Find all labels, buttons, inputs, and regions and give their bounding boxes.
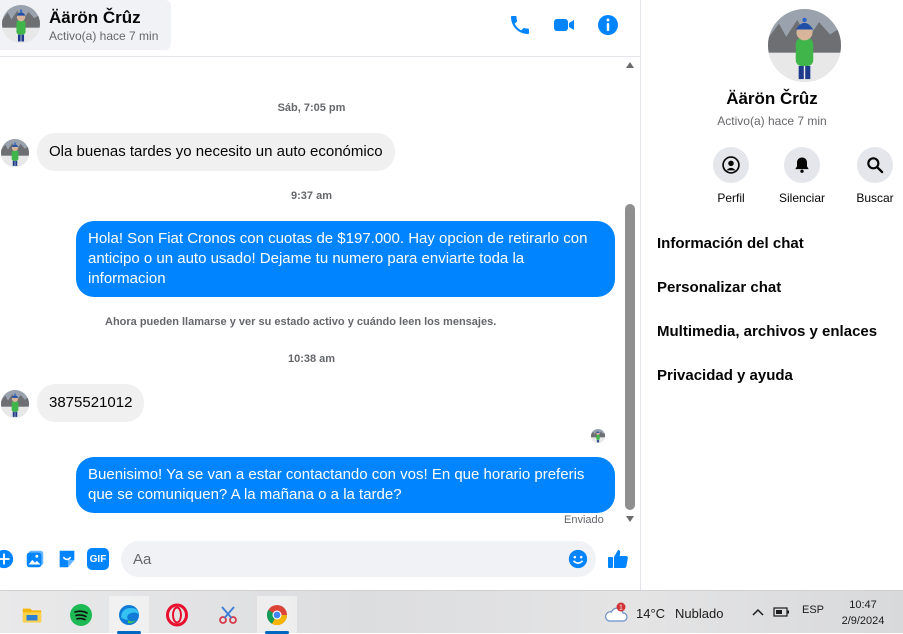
weather-badge: 1 (619, 605, 623, 612)
chevron-up-icon[interactable] (752, 607, 764, 617)
composer-bar: GIF (0, 533, 640, 590)
outgoing-message[interactable]: Buenisimo! Ya se van a estar contactando… (76, 457, 615, 513)
menu-chat-info[interactable]: Información del chat (657, 235, 804, 252)
gif-icon[interactable]: GIF (87, 548, 109, 570)
incoming-message[interactable]: Ola buenas tardes yo necesito un auto ec… (37, 133, 395, 171)
taskbar-opera[interactable] (157, 596, 197, 634)
sender-avatar[interactable] (1, 390, 29, 418)
sender-avatar[interactable] (1, 139, 29, 167)
bell-icon (795, 157, 809, 173)
search-action-button[interactable]: Buscar (845, 147, 903, 205)
profile-action-label: Perfil (717, 191, 745, 205)
cloud-icon: 1 (605, 602, 628, 622)
clock-time: 10:47 (849, 599, 877, 611)
scissors-icon (219, 606, 237, 624)
phone-icon[interactable] (508, 13, 532, 37)
windows-taskbar: 1 14°C Nublado ESP 10:47 2/9/2024 (0, 590, 903, 634)
menu-privacy-support[interactable]: Privacidad y ayuda (657, 367, 793, 384)
profile-action-button[interactable]: Perfil (701, 147, 761, 205)
chat-header: Äärön Črûz Activo(a) hace 7 min (0, 0, 640, 57)
contact-name: Äärön Črûz (49, 8, 141, 27)
weather-temperature: 14°C (636, 605, 666, 621)
opera-icon (166, 603, 188, 627)
message-input[interactable] (121, 541, 596, 577)
thumbs-up-icon[interactable] (606, 547, 630, 571)
taskbar-edge[interactable] (109, 596, 149, 634)
weather-widget[interactable]: 1 14°C Nublado (604, 602, 723, 624)
emoji-icon[interactable] (567, 548, 589, 570)
search-icon (867, 157, 884, 174)
search-action-label: Buscar (856, 191, 894, 205)
menu-media-files-links[interactable]: Multimedia, archivos y enlaces (657, 323, 877, 340)
scroll-down-arrow-icon[interactable] (626, 516, 634, 522)
mute-action-label: Silenciar (778, 191, 826, 205)
plus-icon[interactable] (0, 548, 15, 570)
weather-condition: Nublado (675, 605, 724, 621)
message-scrollbar[interactable] (623, 57, 638, 533)
folder-icon (22, 608, 42, 623)
system-clock[interactable]: 10:47 2/9/2024 (833, 597, 893, 629)
chrome-icon (266, 605, 288, 626)
info-icon[interactable] (596, 13, 620, 37)
language-indicator[interactable]: ESP (802, 604, 824, 616)
read-receipt-avatar (591, 429, 605, 443)
outgoing-message[interactable]: Hola! Son Fiat Cronos con cuotas de $197… (76, 221, 615, 297)
spotify-icon (70, 604, 92, 626)
contact-status: Activo(a) hace 7 min (49, 29, 159, 43)
contact-avatar[interactable] (2, 5, 40, 43)
profile-avatar-large[interactable] (768, 9, 841, 82)
battery-icon[interactable] (773, 605, 791, 619)
conversation-info-pane: Äärön Črûz Activo(a) hace 7 min Perfil S… (641, 0, 903, 590)
taskbar-file-explorer[interactable] (12, 596, 52, 634)
profile-status: Activo(a) hace 7 min (717, 114, 827, 128)
incoming-message[interactable]: 3875521012 (37, 384, 145, 422)
video-camera-icon[interactable] (552, 13, 576, 37)
timestamp: Sáb, 7:05 pm (277, 102, 346, 114)
chat-panel: Äärön Črûz Activo(a) hace 7 min Sáb, 7:0… (0, 0, 640, 590)
sent-status: Enviado (564, 514, 604, 526)
timestamp: 10:38 am (287, 353, 336, 365)
taskbar-snipping-tool[interactable] (208, 596, 248, 634)
profile-icon (722, 156, 740, 174)
sticker-icon[interactable] (56, 548, 78, 570)
image-icon[interactable] (24, 548, 46, 570)
mute-action-button[interactable]: Silenciar (772, 147, 832, 205)
taskbar-spotify[interactable] (61, 596, 101, 634)
message-list[interactable]: Sáb, 7:05 pm Ola buenas tardes yo necesi… (0, 57, 623, 533)
menu-customize-chat[interactable]: Personalizar chat (657, 279, 781, 296)
scroll-up-arrow-icon[interactable] (626, 62, 634, 68)
timestamp: 9:37 am (291, 190, 332, 202)
clock-date: 2/9/2024 (841, 615, 885, 627)
edge-icon (119, 605, 139, 625)
profile-name: Äärön Črûz (726, 89, 818, 108)
scrollbar-thumb[interactable] (625, 204, 635, 510)
taskbar-chrome[interactable] (257, 596, 297, 634)
contact-header-chip[interactable]: Äärön Črûz Activo(a) hace 7 min (0, 0, 171, 50)
system-notice: Ahora pueden llamarse y ver su estado ac… (105, 316, 497, 328)
